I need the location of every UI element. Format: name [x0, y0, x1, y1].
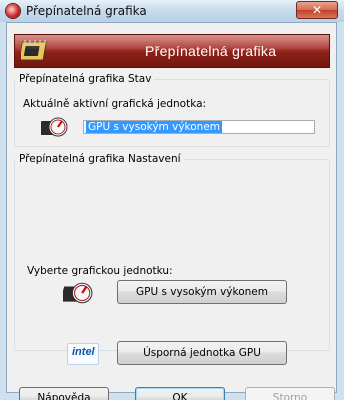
close-button[interactable]: ✕ [296, 1, 338, 19]
help-button[interactable]: Nápověda [19, 387, 109, 400]
active-gpu-field: GPU s vysokým výkonem [83, 120, 315, 134]
active-gpu-value: GPU s vysokým výkonem [86, 121, 223, 133]
power-saving-gpu-button-label: Úsporná jednotka GPU [143, 347, 261, 359]
high-performance-gpu-button[interactable]: GPU s vysokým výkonem [117, 280, 287, 304]
power-saving-gpu-button[interactable]: Úsporná jednotka GPU [117, 341, 287, 365]
intel-logo-icon: intel [67, 343, 99, 365]
ok-button-label: OK [172, 392, 188, 400]
title-bar[interactable]: Přepínatelná grafika ✕ [0, 0, 344, 22]
high-performance-gauge-icon [63, 282, 93, 304]
settings-group: Přepínatelná grafika Nastavení [14, 153, 330, 351]
intel-logo-text: intel [72, 346, 95, 358]
active-gpu-label: Aktuálně aktivní grafická jednotka: [23, 98, 207, 110]
close-icon: ✕ [311, 3, 323, 17]
help-button-label: Nápověda [37, 392, 91, 400]
cancel-button[interactable]: Storno [245, 387, 335, 400]
graphics-chip-icon [21, 40, 47, 61]
choose-gpu-label: Vyberte grafickou jednotku: [27, 265, 173, 277]
dialog-client-area: Přepínatelná grafika Přepínatelná grafik… [6, 22, 337, 400]
switchable-graphics-app-icon [6, 4, 20, 18]
settings-group-legend: Přepínatelná grafika Nastavení [19, 153, 181, 165]
window-title: Přepínatelná grafika [26, 4, 147, 18]
ok-button[interactable]: OK [135, 387, 225, 400]
high-performance-gauge-icon [41, 117, 68, 137]
header-banner: Přepínatelná grafika [14, 34, 330, 68]
high-performance-gpu-button-label: GPU s vysokým výkonem [135, 286, 268, 298]
cancel-button-label: Storno [272, 392, 308, 400]
status-group-legend: Přepínatelná grafika Stav [19, 73, 152, 85]
banner-title: Přepínatelná grafika [145, 43, 277, 59]
